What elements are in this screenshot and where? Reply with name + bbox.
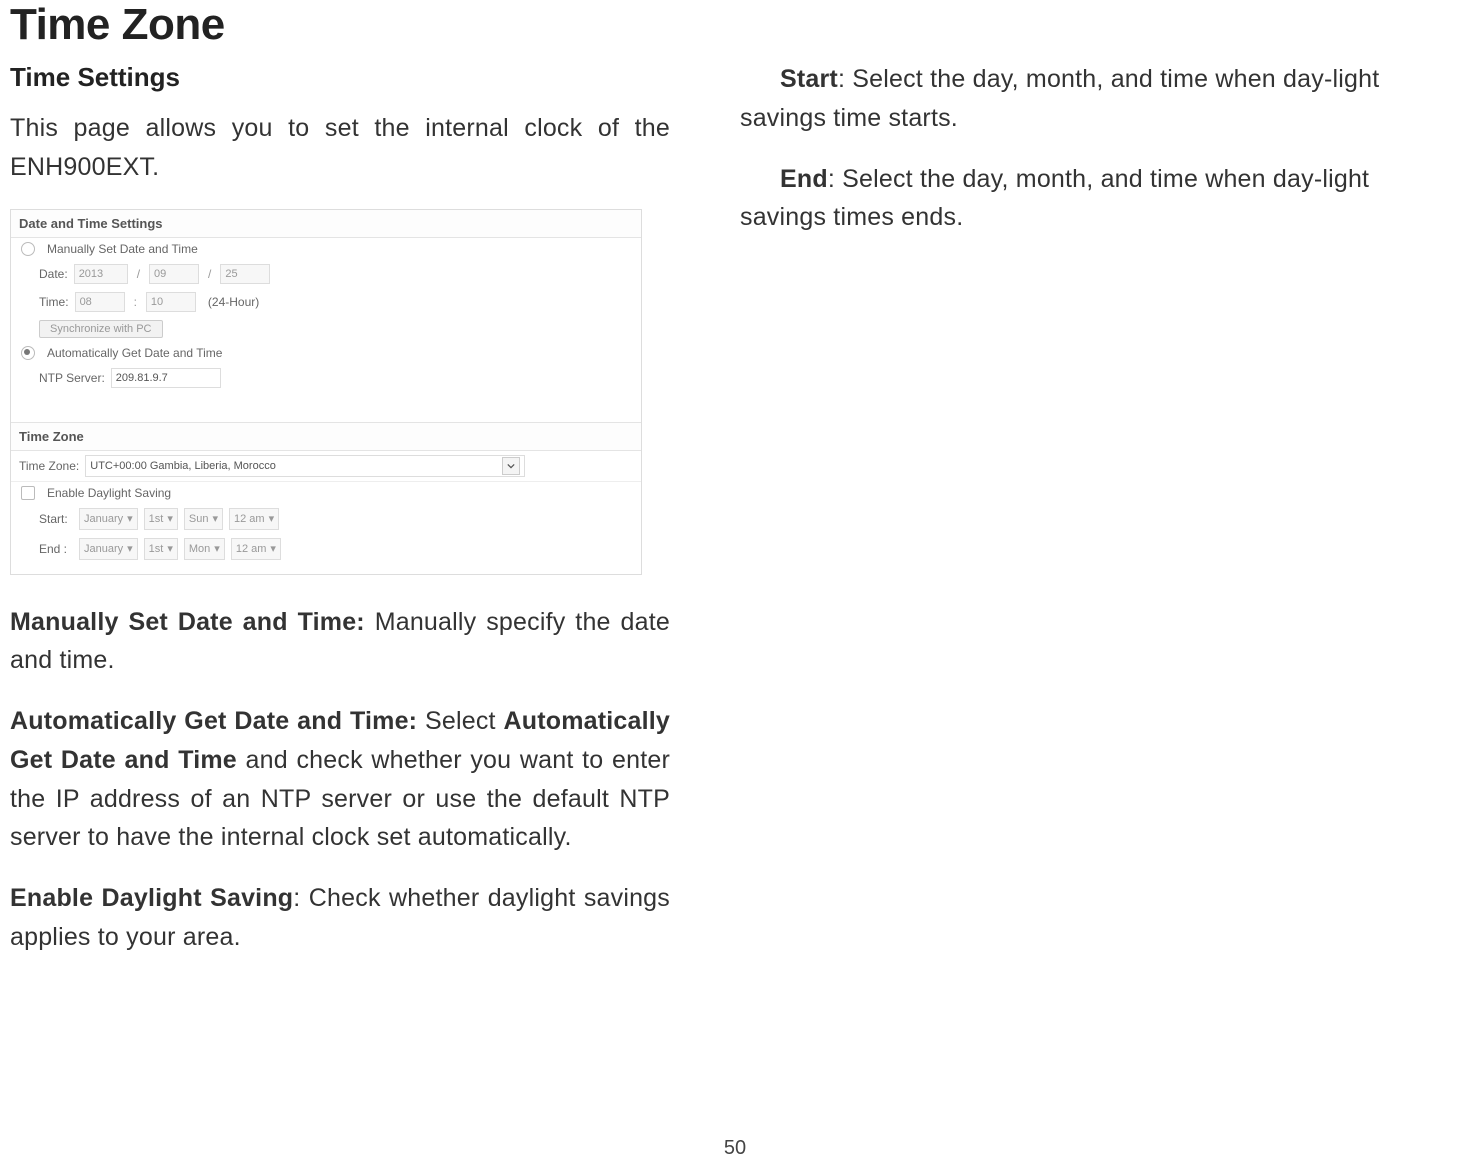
chevron-down-icon: ▾	[214, 542, 220, 555]
timezone-row: Time Zone: UTC+00:00 Gambia, Liberia, Mo…	[11, 451, 641, 482]
end-day-select[interactable]: Mon▾	[184, 538, 225, 560]
chevron-down-icon: ▾	[167, 542, 173, 555]
dls-end-label: End :	[39, 542, 73, 556]
time-sep: :	[131, 295, 140, 309]
manual-set-row[interactable]: Manually Set Date and Time	[11, 238, 641, 260]
auto-get-radio[interactable]	[21, 346, 35, 360]
sync-with-pc-button[interactable]: Synchronize with PC	[39, 320, 163, 338]
date-time-settings-header: Date and Time Settings	[11, 210, 641, 238]
time-zone-header: Time Zone	[11, 422, 641, 451]
start-paragraph: Start: Select the day, month, and time w…	[740, 60, 1400, 138]
hour-input[interactable]	[75, 292, 125, 312]
daylight-saving-label: Enable Daylight Saving	[47, 486, 171, 500]
page-number: 50	[0, 1137, 1470, 1160]
auto-get-paragraph: Automatically Get Date and Time: Select …	[10, 702, 670, 857]
chevron-down-icon: ▾	[127, 512, 133, 525]
chevron-down-icon: ▾	[269, 512, 275, 525]
minute-input[interactable]	[146, 292, 196, 312]
day-input[interactable]	[220, 264, 270, 284]
auto-get-label: Automatically Get Date and Time	[47, 346, 222, 360]
end-hour-select[interactable]: 12 am▾	[231, 538, 281, 560]
date-label: Date:	[39, 267, 68, 281]
ntp-server-input[interactable]	[111, 368, 221, 388]
time-label: Time:	[39, 295, 69, 309]
auto-get-term-1: Automatically Get Date and Time:	[10, 707, 417, 735]
chevron-down-icon: ▾	[127, 542, 133, 555]
timezone-label: Time Zone:	[19, 459, 79, 473]
manual-set-label: Manually Set Date and Time	[47, 242, 198, 256]
start-month-select[interactable]: January▾	[79, 508, 138, 530]
start-term: Start	[780, 65, 838, 93]
start-hour-select[interactable]: 12 am▾	[229, 508, 279, 530]
ntp-row: NTP Server:	[11, 364, 641, 392]
month-input[interactable]	[149, 264, 199, 284]
settings-screenshot: Date and Time Settings Manually Set Date…	[10, 209, 642, 575]
auto-get-row[interactable]: Automatically Get Date and Time	[11, 342, 641, 364]
time-row: Time: : (24-Hour)	[11, 288, 641, 316]
time-format-label: (24-Hour)	[208, 295, 259, 309]
dls-end-row: End : January▾ 1st▾ Mon▾ 12 am▾	[11, 534, 641, 574]
end-month-select[interactable]: January▾	[79, 538, 138, 560]
date-row: Date: / /	[11, 260, 641, 288]
chevron-down-icon: ▾	[212, 512, 218, 525]
page-title: Time Zone	[10, 0, 670, 50]
date-sep-1: /	[134, 267, 143, 281]
end-term: End	[780, 165, 828, 193]
chevron-down-icon: ▾	[270, 542, 276, 555]
start-day-select[interactable]: Sun▾	[184, 508, 223, 530]
end-ordinal-select[interactable]: 1st▾	[144, 538, 178, 560]
chevron-down-icon: ▾	[167, 512, 173, 525]
start-ordinal-select[interactable]: 1st▾	[144, 508, 178, 530]
daylight-saving-checkbox[interactable]	[21, 486, 35, 500]
timezone-value: UTC+00:00 Gambia, Liberia, Morocco	[90, 460, 276, 472]
end-paragraph: End: Select the day, month, and time whe…	[740, 160, 1400, 238]
dls-start-label: Start:	[39, 512, 73, 526]
manual-set-paragraph: Manually Set Date and Time: Manually spe…	[10, 603, 670, 681]
manual-set-term: Manually Set Date and Time:	[10, 608, 365, 636]
intro-paragraph: This page allows you to set the internal…	[10, 109, 670, 187]
manual-set-radio[interactable]	[21, 242, 35, 256]
year-input[interactable]	[74, 264, 128, 284]
enable-dls-term: Enable Daylight Saving	[10, 884, 293, 912]
enable-dls-paragraph: Enable Daylight Saving: Check whether da…	[10, 879, 670, 957]
chevron-down-icon	[502, 457, 520, 475]
ntp-label: NTP Server:	[39, 371, 105, 385]
date-sep-2: /	[205, 267, 214, 281]
dls-start-row: Start: January▾ 1st▾ Sun▾ 12 am▾	[11, 504, 641, 534]
section-title: Time Settings	[10, 62, 670, 93]
daylight-saving-row[interactable]: Enable Daylight Saving	[11, 482, 641, 504]
timezone-select[interactable]: UTC+00:00 Gambia, Liberia, Morocco	[85, 455, 525, 477]
sync-row: Synchronize with PC	[11, 316, 641, 342]
